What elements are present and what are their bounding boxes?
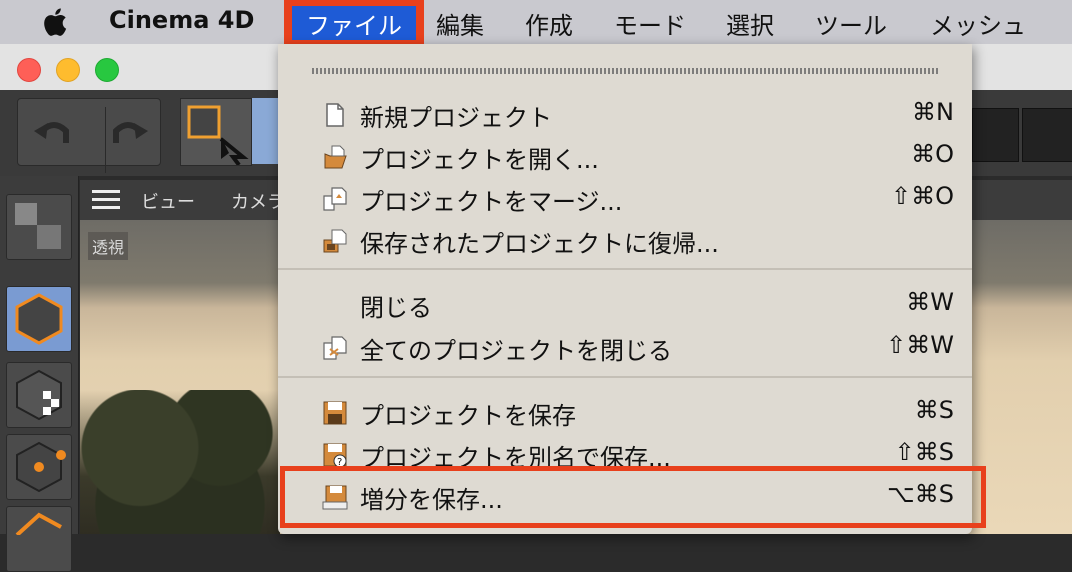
model-mode-button[interactable]	[6, 286, 72, 352]
edge-mode-button[interactable]	[6, 506, 72, 572]
save-as-icon: ?	[323, 443, 347, 468]
save-icon	[323, 401, 347, 425]
menu-item-shortcut: ⌘S	[914, 396, 954, 424]
point-mode-button[interactable]	[6, 434, 72, 500]
undo-icon[interactable]	[32, 117, 76, 149]
menu-item-label: 保存されたプロジェクトに復帰...	[360, 230, 719, 258]
menu-divider	[278, 376, 972, 378]
make-editable-icon	[15, 203, 61, 249]
new-document-icon	[326, 103, 344, 127]
menu-item-shortcut: ⌘O	[911, 140, 954, 168]
menu-item-shortcut: ⇧⌘O	[891, 182, 954, 210]
menu-item-label: 閉じる	[360, 294, 432, 322]
menu-item-shortcut: ⇧⌘W	[886, 331, 954, 359]
file-dropdown-menu: 新規プロジェクト ⌘N プロジェクトを開く... ⌘O プロジェクトをマージ..…	[278, 44, 972, 534]
menu-mesh[interactable]: メッシュ	[930, 6, 1026, 41]
undo-redo-group	[17, 98, 161, 173]
close-window-button[interactable]	[17, 58, 41, 82]
revert-icon	[323, 229, 347, 253]
tear-off-grip[interactable]	[312, 68, 938, 74]
menu-item-close[interactable]: 閉じる ⌘W	[278, 284, 972, 324]
menu-item-label: プロジェクトをマージ...	[360, 188, 623, 216]
menu-item-shortcut: ⌘N	[912, 98, 954, 126]
apple-icon[interactable]	[40, 6, 68, 38]
minimize-window-button[interactable]	[56, 58, 80, 82]
menu-item-save-project[interactable]: プロジェクトを保存 ⌘S	[278, 392, 972, 432]
box-select-icon	[187, 105, 249, 167]
menu-create[interactable]: 作成	[525, 6, 573, 41]
menu-item-open-project[interactable]: プロジェクトを開く... ⌘O	[278, 136, 972, 176]
menu-item-merge-project[interactable]: プロジェクトをマージ... ⇧⌘O	[278, 178, 972, 218]
render-icon[interactable]	[1022, 108, 1072, 162]
menu-item-shortcut: ⇧⌘S	[894, 438, 954, 466]
viewport-label: 透視	[88, 232, 129, 260]
viewport-menu-view[interactable]: ビュー	[141, 188, 195, 214]
redo-icon[interactable]	[106, 117, 150, 149]
menu-item-revert-project[interactable]: 保存されたプロジェクトに復帰...	[278, 220, 972, 260]
cube-icon	[15, 293, 63, 345]
menu-edit[interactable]: 編集	[436, 6, 484, 41]
menu-item-label: プロジェクトを開く...	[360, 146, 599, 174]
menu-tools[interactable]: ツール	[815, 6, 887, 41]
menu-file[interactable]: ファイル	[292, 6, 416, 40]
menu-item-label: 全てのプロジェクトを閉じる	[360, 337, 672, 365]
texture-mode-button[interactable]	[6, 362, 72, 428]
menu-item-close-all[interactable]: 全てのプロジェクトを閉じる ⇧⌘W	[278, 327, 972, 367]
edge-cube-icon	[15, 512, 62, 537]
close-all-icon	[323, 336, 347, 360]
left-tool-panel	[0, 176, 79, 572]
hamburger-menu-icon[interactable]	[92, 190, 120, 210]
point-cube-icon	[16, 441, 66, 493]
annotation-highlight-box	[280, 466, 986, 528]
menu-select[interactable]: 選択	[726, 6, 774, 41]
menu-mode[interactable]: モード	[614, 6, 686, 41]
move-tool-button[interactable]	[252, 98, 280, 164]
open-folder-icon	[324, 145, 347, 169]
render-view-icon[interactable]	[972, 108, 1019, 162]
merge-icon	[323, 187, 347, 211]
app-name-menu[interactable]: Cinema 4D	[109, 6, 254, 34]
menu-item-label: プロジェクトを保存	[360, 402, 576, 430]
menu-item-shortcut: ⌘W	[906, 288, 954, 316]
file-menu-highlight: ファイル	[284, 0, 424, 48]
make-editable-button[interactable]	[6, 194, 72, 260]
menu-item-label: 新規プロジェクト	[360, 104, 552, 132]
selection-tool-button[interactable]	[180, 98, 252, 167]
tree-silhouette	[80, 390, 280, 534]
menu-divider	[278, 268, 972, 270]
menu-bar: Cinema 4D ファイル 編集 作成 モード 選択 ツール メッシュ	[0, 0, 1072, 48]
menu-item-new-project[interactable]: 新規プロジェクト ⌘N	[278, 94, 972, 134]
zoom-window-button[interactable]	[95, 58, 119, 82]
checker-cube-icon	[16, 369, 62, 421]
viewport-menu-camera[interactable]: カメラ	[231, 188, 285, 214]
